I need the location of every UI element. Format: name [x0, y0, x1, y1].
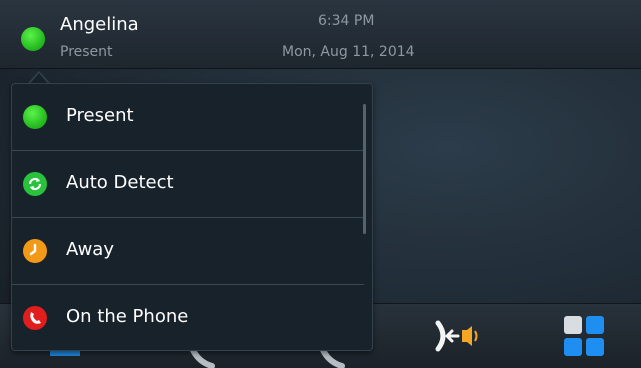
menu-item-label: Present [66, 105, 134, 126]
clock-date: Mon, Aug 11, 2014 [282, 44, 415, 60]
menu-scrollbar[interactable] [363, 104, 366, 234]
clock-icon [23, 239, 47, 263]
apps-grid-icon[interactable] [564, 316, 604, 356]
menu-item-present[interactable]: Present [12, 84, 364, 151]
user-name[interactable]: Angelina [60, 14, 139, 35]
presence-dropdown-menu: Present Auto Detect Away On the Phone [11, 83, 373, 351]
menu-item-away[interactable]: Away [12, 218, 364, 285]
call-transfer-icon[interactable] [434, 320, 480, 352]
phone-icon [23, 306, 47, 330]
present-dot-icon [23, 105, 47, 129]
presence-status-icon[interactable] [21, 27, 45, 51]
menu-item-label: Auto Detect [66, 172, 174, 193]
refresh-icon [23, 172, 47, 196]
menu-item-on-the-phone[interactable]: On the Phone [12, 285, 364, 350]
clock-time: 6:34 PM [318, 13, 375, 29]
menu-item-label: On the Phone [66, 306, 189, 327]
presence-status-text[interactable]: Present [60, 44, 113, 60]
phone-screen: Angelina Present 6:34 PM Mon, Aug 11, 20… [0, 0, 641, 368]
menu-item-auto-detect[interactable]: Auto Detect [12, 151, 364, 218]
header-bar: Angelina Present 6:34 PM Mon, Aug 11, 20… [0, 0, 641, 69]
menu-item-label: Away [66, 239, 114, 260]
